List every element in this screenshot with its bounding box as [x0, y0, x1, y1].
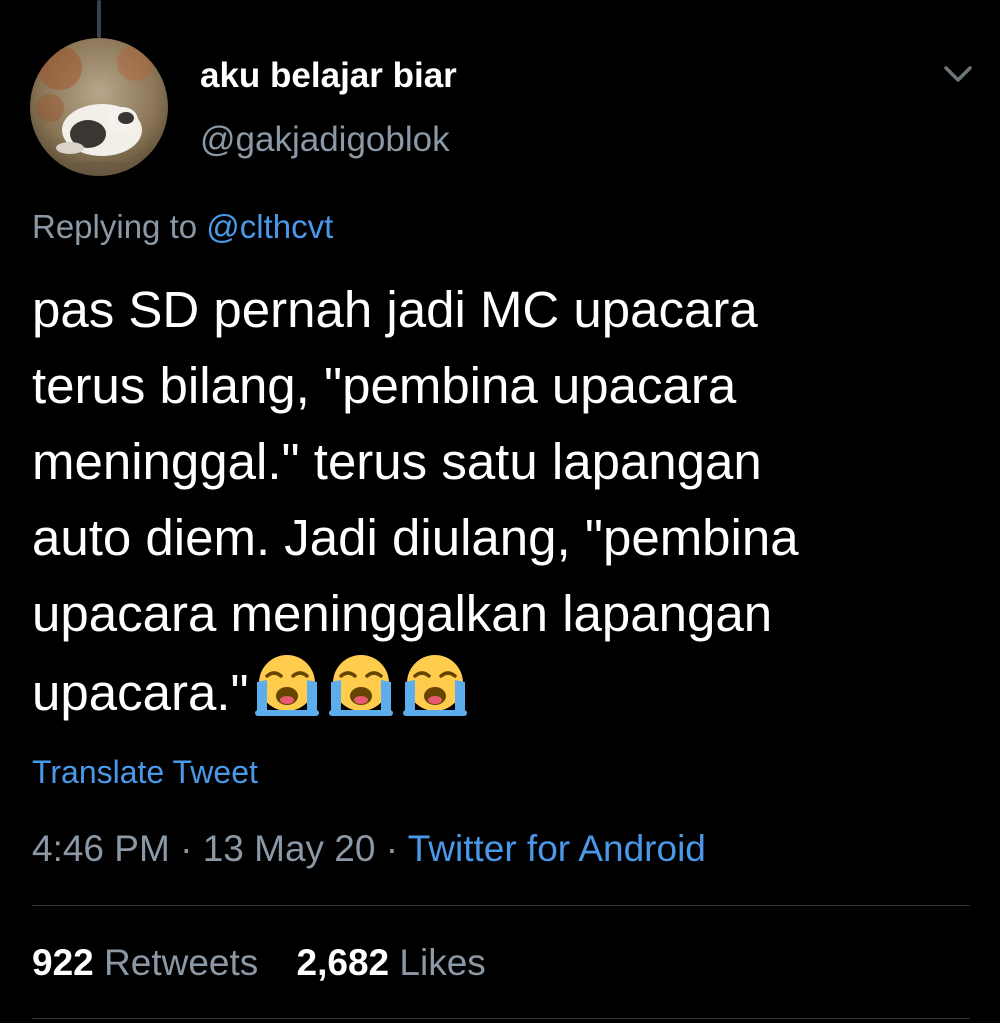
author-handle[interactable]: @gakjadigoblok — [200, 120, 450, 160]
tweet-source-link[interactable]: Twitter for Android — [408, 828, 706, 869]
meta-separator: · — [375, 828, 408, 869]
tweet-text-last-line: upacara." — [32, 652, 982, 728]
likes-stat[interactable]: 2,682 Likes — [297, 942, 486, 983]
translate-tweet-link[interactable]: Translate Tweet — [32, 754, 258, 791]
tweet-date[interactable]: 13 May 20 — [203, 828, 376, 869]
loudly-crying-face-icon — [401, 652, 469, 718]
retweets-label: Retweets — [104, 942, 259, 983]
meta-separator: · — [169, 828, 203, 869]
likes-label: Likes — [399, 942, 486, 983]
tweet-meta: 4:46 PM · 13 May 20 · Twitter for Androi… — [32, 828, 706, 870]
tweet-text-line: auto diem. Jadi diulang, "pembina — [32, 509, 799, 566]
author-display-name[interactable]: aku belajar biar — [200, 56, 457, 96]
tweet-text: pas SD pernah jadi MC upacara terus bila… — [32, 272, 982, 728]
tweet-text-line: meninggal." terus satu lapangan — [32, 433, 762, 490]
thread-connector-line — [97, 0, 101, 38]
emoji-group — [253, 652, 469, 718]
loudly-crying-face-icon — [253, 652, 321, 718]
replying-to-label: Replying to — [32, 208, 198, 245]
chevron-down-icon[interactable] — [938, 60, 978, 90]
tweet-text-line: pas SD pernah jadi MC upacara — [32, 281, 758, 338]
retweets-stat[interactable]: 922 Retweets — [32, 942, 258, 983]
avatar[interactable] — [30, 38, 168, 176]
divider — [32, 905, 970, 906]
reply-mention-link[interactable]: @clthcvt — [206, 208, 333, 245]
likes-count: 2,682 — [296, 942, 390, 983]
tweet-text-line: upacara meninggalkan lapangan — [32, 585, 773, 642]
loudly-crying-face-icon — [327, 652, 395, 718]
engagement-stats: 922 Retweets 2,682 Likes — [32, 942, 514, 984]
tweet-time[interactable]: 4:46 PM — [32, 828, 170, 869]
tweet-detail: aku belajar biar @gakjadigoblok Replying… — [0, 0, 1000, 1023]
replying-to: Replying to @clthcvt — [32, 208, 333, 246]
retweets-count: 922 — [32, 942, 94, 983]
tweet-text-line: terus bilang, "pembina upacara — [32, 357, 737, 414]
tweet-text-line: upacara." — [32, 664, 249, 721]
divider — [32, 1018, 970, 1019]
